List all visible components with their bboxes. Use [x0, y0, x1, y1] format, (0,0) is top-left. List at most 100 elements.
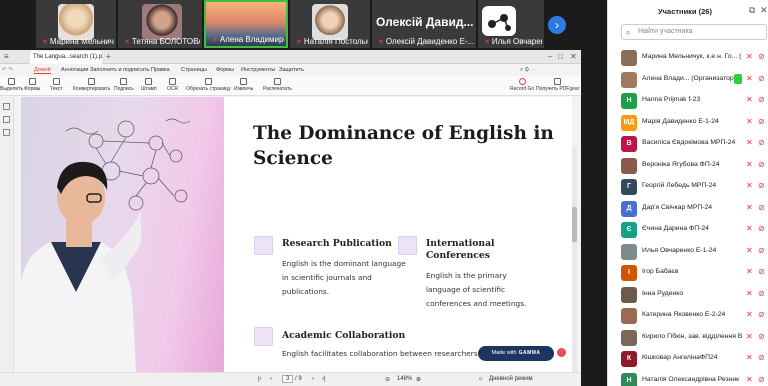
camera-off-icon: ⊘	[758, 52, 765, 61]
minimize-icon[interactable]: –	[548, 52, 552, 61]
search-icon[interactable]: ⌕ ⚙ ⋯	[520, 67, 536, 74]
extract-button[interactable]: Извлечь	[234, 78, 253, 92]
crop-page-button[interactable]: Обрезать страницу	[186, 78, 231, 92]
participant-row[interactable]: І Ігор Бабаєв ✕ ⊘	[608, 263, 768, 283]
participant-row[interactable]: Кирило Гібкін, зав. відділення В... ✕ ⊘	[608, 328, 768, 348]
ocr-button[interactable]: OCR	[167, 78, 178, 92]
popout-icon[interactable]: ⧉	[749, 5, 755, 16]
video-tile[interactable]: ✕Илья Овчаренко Е-1-...	[478, 0, 544, 48]
record-go-button[interactable]: Record Go	[510, 78, 534, 92]
mic-muted-icon: ✕	[746, 159, 753, 169]
participant-name: Алена Влади... (Организатор)	[642, 74, 736, 82]
close-icon[interactable]: ✕	[570, 52, 577, 61]
video-tile[interactable]: ✕Тетяна БОЛОТОВА, За...	[118, 0, 202, 48]
bookmarks-icon[interactable]	[3, 116, 10, 123]
video-tile[interactable]: ✕ Наталія Постольна	[290, 0, 370, 48]
add-tab-icon[interactable]: +	[106, 52, 111, 61]
participant-row[interactable]: Г Георгій Лебедь МРП-24 ✕ ⊘	[608, 177, 768, 197]
thumbnails-icon[interactable]	[3, 103, 10, 110]
crop-icon	[204, 78, 212, 85]
undo-icon[interactable]: ↶ ↷	[2, 67, 13, 73]
avatar: МД	[621, 114, 637, 131]
zoom-in-icon[interactable]: ⊕	[416, 376, 421, 383]
last-page-icon[interactable]: ›|	[322, 376, 326, 382]
signature-icon	[120, 78, 128, 85]
tile-name: ✕Алена Владимировна Са...	[212, 35, 284, 44]
mic-muted-icon: ✕	[746, 288, 753, 298]
close-panel-icon[interactable]: ✕	[760, 5, 768, 16]
participant-row[interactable]: В Василіса Євдокімова МРП-24 ✕ ⊘	[608, 134, 768, 154]
toolbar: Выделить Формы Текст Конвертировать Подп…	[0, 76, 581, 96]
vertical-scrollbar[interactable]	[572, 147, 577, 372]
camera-off-icon: ⊘	[758, 288, 765, 298]
participant-row[interactable]: Інна Руденко ✕ ⊘	[608, 285, 768, 305]
mic-muted-icon: ✕	[746, 267, 753, 276]
mic-muted-icon: ✕	[746, 331, 753, 341]
participant-row[interactable]: К Кішковар АнгелінаФП24 ✕ ⊘	[608, 349, 768, 369]
gamma-logo-icon[interactable]	[555, 346, 568, 359]
participant-name: Василіса Євдокімова МРП-24	[642, 139, 736, 146]
menu-forms[interactable]: Формы	[216, 67, 234, 73]
participant-row[interactable]: Д Дар'я Свічкар МРП-24 ✕ ⊘	[608, 199, 768, 219]
document-tab[interactable]: The Langua...search (1).pdf	[30, 51, 102, 64]
next-page-arrow-icon[interactable]: ›	[548, 16, 566, 34]
participant-name: Інна Руденко	[642, 289, 684, 297]
avatar: H	[621, 93, 637, 109]
menu-annotations[interactable]: Аннотации	[61, 67, 89, 73]
print-button[interactable]: Распечатать	[263, 78, 292, 92]
extract-icon	[240, 78, 248, 85]
get-pdfgear-button[interactable]: Получить PDFgear	[536, 78, 579, 92]
card-title: Academic Collaboration	[282, 330, 406, 341]
participant-row[interactable]: Вероніка Ягубова ФП-24 ✕ ⊘	[608, 156, 768, 176]
zoom-out-icon[interactable]: ⊖	[385, 376, 390, 383]
comments-icon[interactable]	[3, 129, 10, 136]
prev-page-icon[interactable]: ‹	[270, 376, 272, 382]
participant-row[interactable]: Катерина Яковенко Е-2-24 ✕ ⊘	[608, 306, 768, 326]
camera-off-icon: ⊘	[758, 95, 765, 104]
next-page-icon[interactable]: ›	[312, 376, 314, 382]
card-icon-box	[254, 236, 273, 255]
app-menu-icon[interactable]: ≡	[4, 52, 9, 61]
avatar: Є	[621, 222, 637, 238]
highlight-button[interactable]: Выделить	[0, 78, 23, 92]
participant-row[interactable]: Илья Овчаренко Е-1-24 ✕ ⊘	[608, 242, 768, 262]
avatar	[142, 4, 182, 40]
tab-bar: ≡ The Langua...search (1).pdf + – □ ✕	[0, 50, 581, 64]
participant-search-input[interactable]: ⌕ Найти участника	[621, 24, 767, 40]
tile-name: ✕Илья Овчаренко Е-1-...	[484, 37, 542, 46]
page-number-input[interactable]: 3	[282, 375, 294, 383]
participant-row[interactable]: МД Марія Давиденко Е-1-24 ✕ ⊘	[608, 113, 768, 133]
video-tile-active[interactable]: ✕Алена Владимировна Са...	[204, 0, 288, 48]
participant-name: Катерина Яковенко Е-2-24	[642, 311, 726, 318]
participant-row[interactable]: Алена Влади... (Организатор) ✕ ⊘	[608, 70, 768, 90]
stamp-button[interactable]: Штамп	[141, 78, 157, 92]
menu-edit[interactable]: Правка	[151, 67, 170, 73]
participant-row[interactable]: H Hanna Prijmak f-23 ✕ ⊘	[608, 91, 768, 111]
avatar: Д	[621, 200, 637, 217]
participant-row[interactable]: Н Наталія Олександрівна Резник ✕ ⊘	[608, 371, 768, 386]
text-button[interactable]: Текст	[50, 78, 63, 92]
menu-home[interactable]: Домой	[34, 67, 51, 74]
forms-button[interactable]: Формы	[24, 78, 40, 92]
zoom-level[interactable]: 148%	[397, 376, 412, 382]
highlight-icon	[8, 78, 16, 85]
made-with-gamma-badge[interactable]: Made with GAMMA	[478, 346, 554, 361]
participant-name: Илья Овчаренко Е-1-24	[642, 246, 717, 254]
menu-pages[interactable]: Страницы	[181, 67, 207, 73]
camera-off-icon: ⊘	[758, 224, 765, 233]
mic-muted-icon: ✕	[746, 310, 753, 319]
participant-row[interactable]: Є Єчина Дарина ФП-24 ✕ ⊘	[608, 220, 768, 240]
menu-fill-sign[interactable]: Заполнить и подписать	[90, 67, 149, 73]
day-mode-icon[interactable]: ☼	[478, 376, 484, 382]
sign-button[interactable]: Подпись	[114, 78, 134, 92]
menu-protect[interactable]: Защитить	[279, 67, 304, 73]
scroll-thumb[interactable]	[572, 207, 577, 242]
first-page-icon[interactable]: |‹	[258, 376, 262, 382]
participant-row[interactable]: Марина Мельничук, к.е.н. Го... (Я) ✕ ⊘	[608, 48, 768, 68]
mic-muted-icon: ✕	[746, 116, 753, 126]
video-tile[interactable]: ✕Марина Мельничук, к...	[36, 0, 116, 48]
convert-button[interactable]: Конвертировать	[73, 78, 110, 92]
maximize-icon[interactable]: □	[558, 52, 563, 61]
view-mode[interactable]: Дневной режим	[489, 376, 533, 382]
menu-tools[interactable]: Инструменты	[241, 67, 275, 73]
